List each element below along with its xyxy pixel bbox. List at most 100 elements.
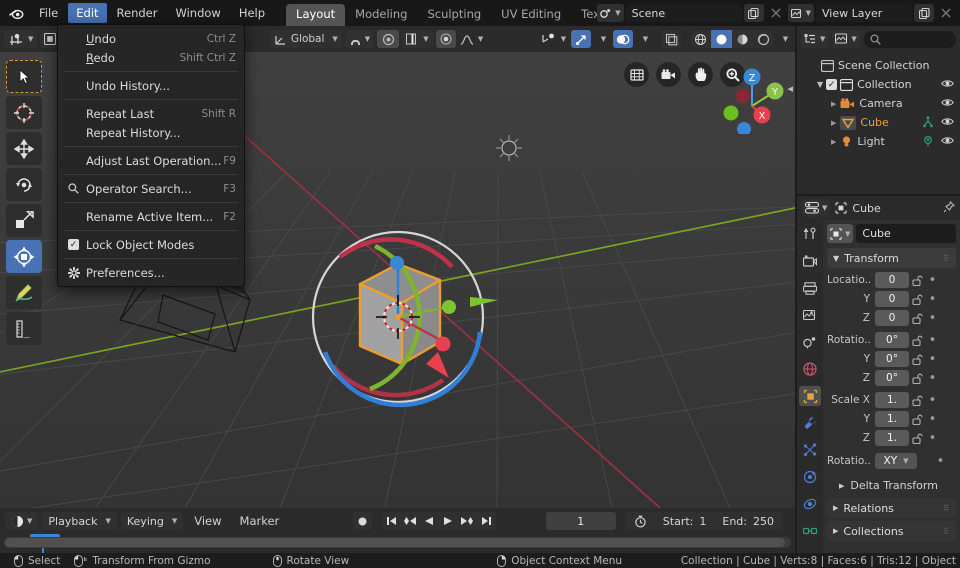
shading-dropdown-icon[interactable]: ▼ [777,30,791,48]
proportional-edit-icon[interactable] [377,30,400,48]
visibility-eye-icon[interactable] [941,97,954,111]
tab-uv-editing[interactable]: UV Editing [491,4,571,26]
outliner-row-scene-collection[interactable]: Scene Collection [797,56,960,75]
constraints-tab[interactable] [799,494,821,514]
animate-property-icon[interactable]: • [926,431,939,446]
animate-property-icon[interactable]: • [926,311,939,326]
menu-item-undo-history[interactable]: Undo History... [58,76,244,95]
menu-help[interactable]: Help [231,3,273,23]
menu-item-repeat-history[interactable]: Repeat History... [58,123,244,142]
interpolation-dropdown[interactable]: ▼ [459,30,485,48]
show-gizmo-icon[interactable] [571,30,591,48]
scene-name-field[interactable]: Scene [625,4,742,22]
menu-item-adjust-last-operation[interactable]: Adjust Last Operation... F9 [58,151,244,170]
outliner-row-collection[interactable]: ▼ ✓ Collection [797,75,960,94]
end-frame-field[interactable]: End: 250 [714,512,782,530]
data-tab[interactable] [799,521,821,541]
properties-editor-type-icon[interactable]: ▼ [802,199,831,217]
sidebar-toggle-icon[interactable]: ◂ [787,82,793,95]
navigation-axis-gizmo[interactable]: Z Y X [717,64,787,136]
scale-x-value[interactable]: 1. [875,392,909,408]
move-tool[interactable] [6,132,42,165]
scale-y-value[interactable]: 1. [875,411,909,427]
tab-modeling[interactable]: Modeling [345,4,417,26]
animate-property-icon[interactable]: • [934,454,947,469]
animate-property-icon[interactable]: • [926,371,939,386]
rotation-x-value[interactable]: 0° [875,332,909,348]
shading-wireframe-icon[interactable] [690,30,711,48]
timeline-editor-type-icon[interactable]: ▼ [5,512,39,530]
auto-keying-record-icon[interactable] [352,512,372,530]
expand-triangle-icon[interactable]: ▼ [817,80,823,89]
overlays-dropdown-icon[interactable]: ▼ [636,30,652,48]
scene-tab[interactable] [799,332,821,352]
unlocked-icon[interactable] [909,414,926,425]
expand-arrow-icon[interactable]: ▶ [831,119,836,127]
timeline-ruler[interactable]: 20 40 60 80 100 120 140 160 180 200 [0,534,795,553]
visibility-eye-icon[interactable] [941,78,954,92]
timeline-menu-marker[interactable]: Marker [233,512,287,530]
scale-tool[interactable] [6,204,42,237]
jump-to-start-icon[interactable] [381,512,401,530]
animate-property-icon[interactable]: • [926,292,939,307]
menu-item-preferences[interactable]: Preferences... [58,263,244,282]
unlocked-icon[interactable] [909,395,926,406]
outliner-row-camera[interactable]: ▶ Camera [797,94,960,113]
unlocked-icon[interactable] [909,373,926,384]
rotation-z-value[interactable]: 0° [875,370,909,386]
blender-logo-icon[interactable] [0,0,30,26]
object-browse-icon[interactable]: ▼ [827,224,854,243]
tool-tab[interactable] [799,224,821,244]
snapping-dropdown[interactable]: ▼ [344,30,375,48]
tab-sculpting[interactable]: Sculpting [417,4,491,26]
scale-z-value[interactable]: 1. [875,430,909,446]
record-keyframe-icon[interactable] [435,30,456,48]
proportional-falloff-dropdown[interactable]: ▼ [402,30,433,48]
collections-panel-header[interactable]: ▶ Collections ⠿ [827,521,956,541]
prev-keyframe-icon[interactable] [400,512,420,530]
animate-property-icon[interactable]: • [926,352,939,367]
start-frame-field[interactable]: Start: 1 [655,512,715,530]
tweak-select-tool[interactable] [6,60,42,93]
view-layer-tab[interactable] [799,305,821,325]
timeline-menu-view[interactable]: View [187,512,228,530]
visibility-eye-icon[interactable] [941,135,954,149]
remove-scene-icon[interactable] [766,4,786,22]
render-tab[interactable] [799,251,821,271]
cursor-tool[interactable] [6,96,42,129]
new-viewlayer-icon[interactable] [914,4,934,22]
menu-item-lock-object-modes[interactable]: ✓ Lock Object Modes [58,235,244,254]
menu-window[interactable]: Window [167,3,228,23]
physics-tab[interactable] [799,467,821,487]
interaction-mode-dropdown[interactable]: ▼ [4,30,38,48]
shading-solid-icon[interactable] [711,30,732,48]
relations-panel-header[interactable]: ▶ Relations ⠿ [827,498,956,518]
rotate-tool[interactable] [6,168,42,201]
play-icon[interactable] [438,512,458,530]
outliner-display-mode-icon[interactable]: ▼ [801,30,829,48]
location-z-value[interactable]: 0 [875,310,909,326]
keying-dropdown[interactable]: Keying ▼ [120,512,184,530]
camera-view-icon[interactable] [656,62,681,87]
menu-item-redo[interactable]: Redo Shift Ctrl Z [58,48,244,67]
animate-property-icon[interactable]: • [926,333,939,348]
menu-item-rename-active-item[interactable]: Rename Active Item... F2 [58,207,244,226]
timeline-scrollbar[interactable] [4,537,791,548]
output-tab[interactable] [799,278,821,298]
collection-checkbox[interactable]: ✓ [826,79,838,90]
outliner-row-light[interactable]: ▶ Light [797,132,960,151]
tab-layout[interactable]: Layout [286,4,346,26]
jump-to-end-icon[interactable] [476,512,496,530]
location-y-value[interactable]: 0 [875,291,909,307]
outliner-filter-icon[interactable]: ▼ [832,30,860,48]
show-overlays-icon[interactable] [613,30,633,48]
toggle-camera-perspective-icon[interactable] [624,62,649,87]
unlocked-icon[interactable] [909,294,926,305]
outliner-row-cube[interactable]: ▶ Cube [797,113,960,132]
menu-item-undo[interactable]: Undo Ctrl Z [58,29,244,48]
outliner-search-input[interactable] [863,30,956,48]
object-type-visibility-icon[interactable]: ▼ [540,30,568,48]
menu-file[interactable]: File [31,3,66,23]
checkbox-checked-icon[interactable]: ✓ [68,239,79,250]
pan-view-icon[interactable] [688,62,713,87]
